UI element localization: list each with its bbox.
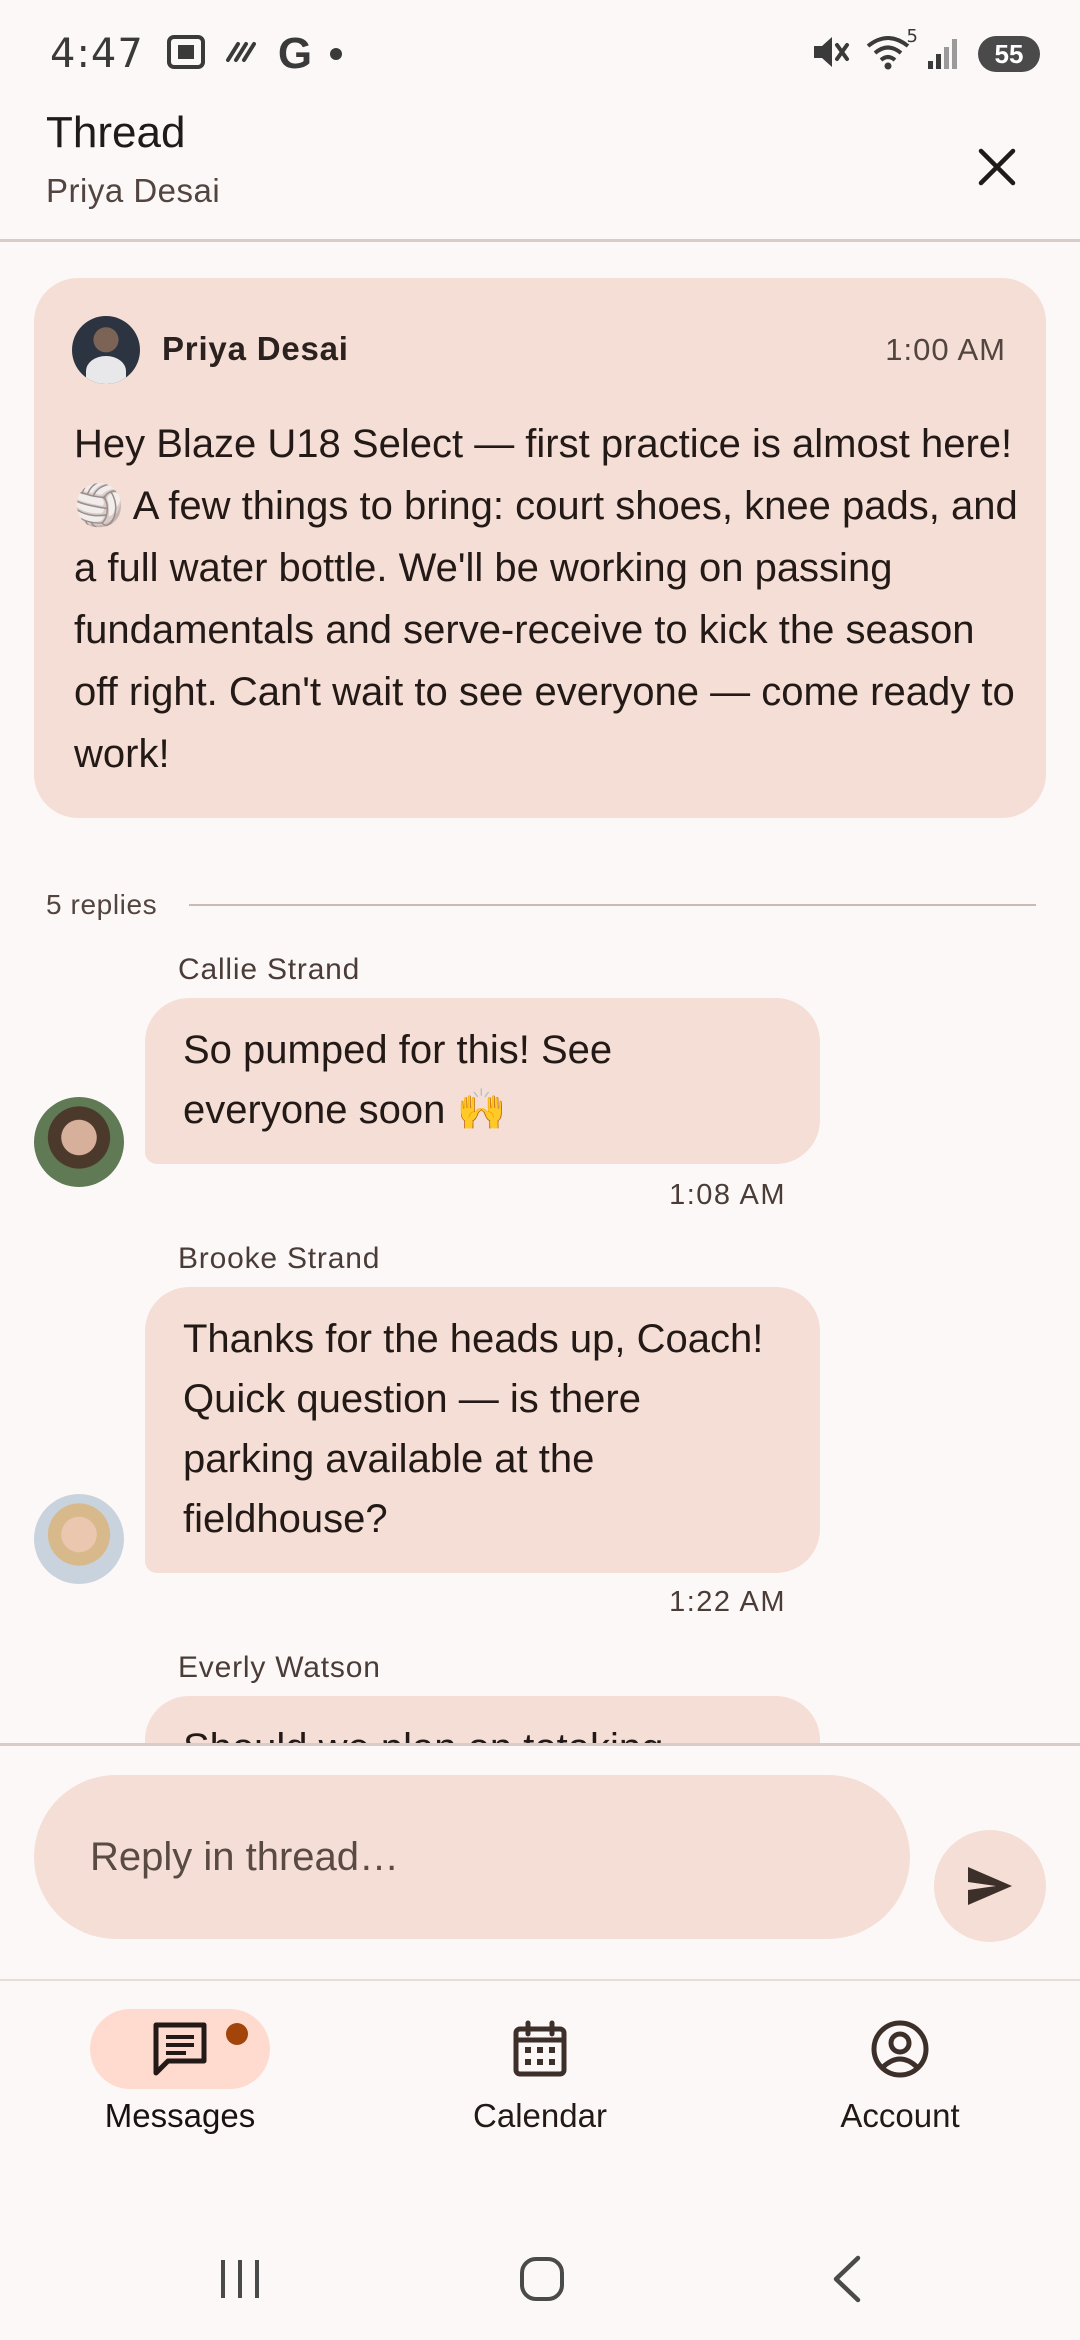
message-time: 1:00 AM	[885, 332, 1006, 367]
reply-author: Brooke Strand	[178, 1242, 381, 1275]
avatar[interactable]	[34, 1097, 124, 1187]
recents-button[interactable]	[190, 2249, 290, 2309]
screenshot-icon	[166, 34, 206, 74]
thread-screen: 4:47 G 5 55 Thread Priya Desai Priya Des…	[0, 0, 1080, 2340]
status-left-icons: G	[166, 29, 343, 79]
avatar	[72, 316, 140, 384]
reply-author: Callie Strand	[178, 953, 361, 986]
replies-divider: 5 replies	[46, 885, 1036, 925]
nav-item-account[interactable]: Account	[750, 1981, 1050, 2181]
send-icon	[968, 1867, 1012, 1905]
nav-label: Account	[840, 2097, 960, 2134]
page-subtitle: Priya Desai	[46, 172, 221, 209]
reply-bubble[interactable]: Thanks for the heads up, Coach! Quick qu…	[145, 1287, 820, 1573]
nav-label: Messages	[104, 2097, 256, 2134]
back-button[interactable]	[796, 2249, 896, 2309]
bottom-navigation: Messages Calendar Account	[0, 1979, 1080, 2209]
wifi-generation-label: 5	[906, 26, 918, 47]
wifi-icon: 5	[866, 26, 918, 74]
close-icon	[978, 148, 1016, 186]
reply-item: Callie Strand So pumped for this! See ev…	[0, 953, 1080, 1223]
mute-icon	[810, 33, 850, 75]
close-button[interactable]	[954, 124, 1040, 210]
parent-message-card: Priya Desai 1:00 AM Hey Blaze U18 Select…	[34, 278, 1046, 818]
divider-line	[189, 904, 1036, 906]
status-right-icons: 5 55	[810, 26, 1040, 75]
reply-time: 1:08 AM	[669, 1179, 786, 1211]
message-body: Hey Blaze U18 Select — first practice is…	[74, 422, 1018, 776]
signal-off-icon	[224, 40, 260, 68]
nav-label: Calendar	[473, 2097, 607, 2134]
thread-scroll-area[interactable]: Priya Desai 1:00 AM Hey Blaze U18 Select…	[0, 245, 1080, 1743]
nav-indicator	[810, 2009, 990, 2089]
home-icon	[520, 2257, 564, 2301]
google-icon: G	[277, 29, 313, 78]
back-icon	[833, 2255, 861, 2303]
nav-item-messages[interactable]: Messages	[30, 1981, 330, 2181]
replies-count: 5 replies	[46, 889, 158, 920]
page-title: Thread	[46, 108, 186, 157]
battery-indicator: 55	[978, 36, 1040, 72]
reply-input[interactable]	[34, 1775, 910, 1939]
chat-icon	[153, 2022, 207, 2076]
message-author: Priya Desai	[162, 330, 349, 367]
system-navigation-bar	[0, 2209, 1080, 2340]
cell-signal-icon	[926, 35, 962, 73]
send-button[interactable]	[934, 1830, 1046, 1942]
home-button[interactable]	[492, 2249, 592, 2309]
nav-item-calendar[interactable]: Calendar	[390, 1981, 690, 2181]
recents-icon	[221, 2260, 259, 2298]
reply-author: Everly Watson	[178, 1651, 381, 1684]
reply-composer	[0, 1743, 1080, 1979]
reply-bubble[interactable]: Should we plan on totaking	[145, 1696, 820, 1743]
avatar[interactable]	[34, 1494, 124, 1584]
unread-badge	[226, 2023, 248, 2045]
nav-indicator	[450, 2009, 630, 2089]
nav-indicator	[90, 2009, 270, 2089]
account-icon	[871, 2020, 929, 2078]
notification-dot-icon	[330, 48, 343, 60]
reply-item: Brooke Strand Thanks for the heads up, C…	[0, 1242, 1080, 1622]
thread-header: Thread Priya Desai	[0, 108, 1080, 242]
status-time: 4:47	[50, 31, 144, 77]
reply-time: 1:22 AM	[669, 1586, 786, 1618]
reply-bubble[interactable]: So pumped for this! See everyone soon 🙌	[145, 998, 820, 1164]
status-bar: 4:47 G 5 55	[0, 0, 1080, 108]
calendar-icon	[513, 2020, 567, 2077]
reply-item: Everly Watson Should we plan on totaking	[0, 1651, 1080, 1743]
